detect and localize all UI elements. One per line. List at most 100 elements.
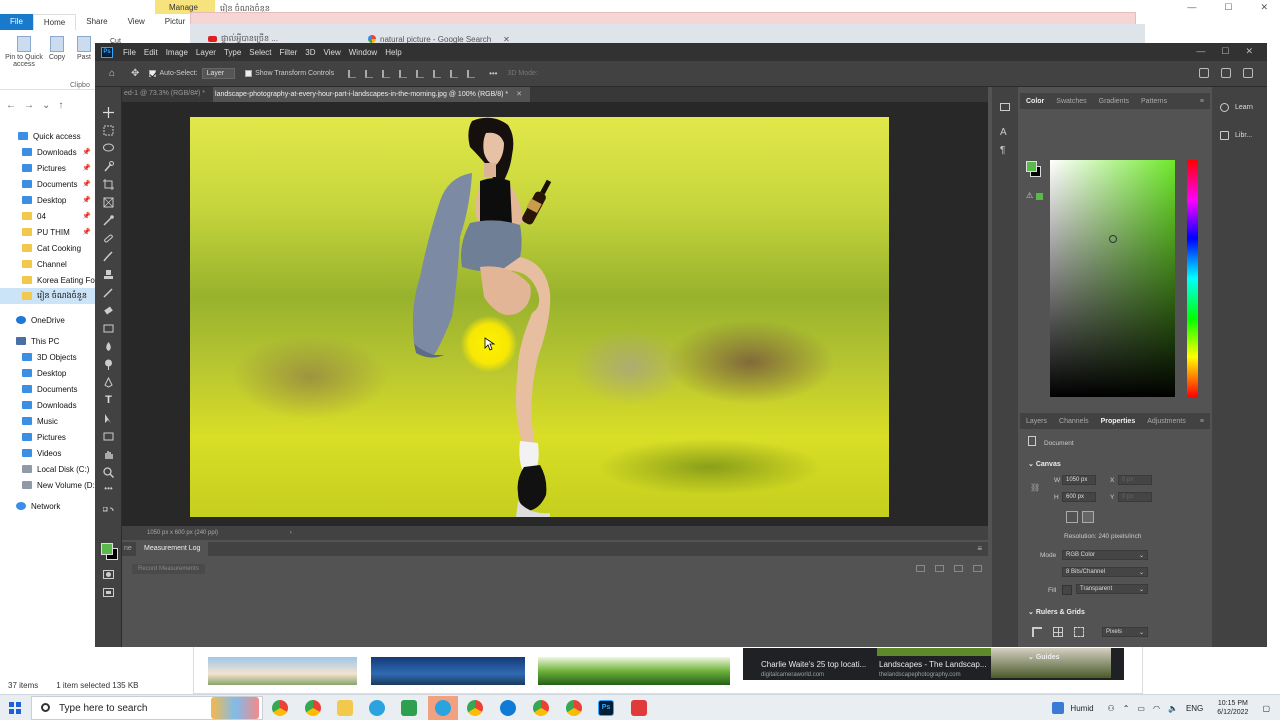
chevron-down-icon[interactable]: ⌄ bbox=[42, 100, 50, 111]
frame-tool-icon[interactable] bbox=[103, 197, 114, 208]
telegram-icon[interactable] bbox=[435, 700, 451, 716]
eyedropper-tool-icon[interactable] bbox=[103, 215, 114, 226]
home-icon[interactable]: ⌂ bbox=[109, 68, 115, 79]
chrome-icon[interactable] bbox=[272, 700, 288, 716]
record-measurements-button[interactable]: Record Measurements bbox=[132, 564, 205, 574]
units-dropdown[interactable]: Pixels ⌄ bbox=[1102, 627, 1148, 637]
tab-color[interactable]: Color bbox=[1020, 98, 1050, 105]
grid-icon[interactable] bbox=[1053, 627, 1063, 637]
sidebar-pc-downloads[interactable]: Downloads bbox=[0, 397, 95, 413]
learn-button[interactable]: Learn bbox=[1220, 103, 1253, 112]
tab-layers[interactable]: Layers bbox=[1020, 418, 1053, 425]
back-arrow-icon[interactable]: ← bbox=[6, 100, 16, 111]
tab-adjustments[interactable]: Adjustments bbox=[1141, 418, 1192, 425]
people-icon[interactable]: ⚇ bbox=[1108, 704, 1115, 713]
menu-edit[interactable]: Edit bbox=[140, 48, 162, 57]
width-input[interactable]: 1050 px bbox=[1062, 475, 1096, 485]
tray-chevron-up-icon[interactable]: ⌃ bbox=[1123, 704, 1130, 713]
copy-button[interactable]: Copy bbox=[44, 36, 70, 61]
rectangle-tool-icon[interactable] bbox=[103, 431, 114, 442]
type-tool-icon[interactable]: T bbox=[103, 395, 114, 406]
bit-depth-dropdown[interactable]: 8 Bits/Channel ⌄ bbox=[1062, 567, 1148, 577]
close-icon[interactable]: ✕ bbox=[1245, 46, 1253, 57]
close-tab-icon[interactable]: ✕ bbox=[516, 91, 522, 98]
weather-text[interactable]: Humid bbox=[1070, 704, 1093, 713]
dodge-tool-icon[interactable] bbox=[103, 359, 114, 370]
image-result-3[interactable] bbox=[538, 657, 730, 685]
ribbon-tab-file[interactable]: File bbox=[0, 14, 33, 30]
export-icon[interactable] bbox=[954, 565, 963, 572]
forward-arrow-icon[interactable]: → bbox=[24, 100, 34, 111]
libraries-button[interactable]: Libr... bbox=[1220, 131, 1252, 140]
align-middle-icon[interactable] bbox=[416, 69, 425, 78]
zoom-tool-icon[interactable] bbox=[103, 467, 114, 478]
height-input[interactable]: 600 px bbox=[1062, 492, 1096, 502]
sidebar-pc-new-volume[interactable]: New Volume (D:) bbox=[0, 477, 95, 493]
minimize-icon[interactable]: — bbox=[1187, 2, 1196, 13]
quick-select-tool-icon[interactable] bbox=[103, 161, 114, 172]
minimize-icon[interactable]: — bbox=[1196, 46, 1205, 57]
export-icon[interactable] bbox=[916, 565, 925, 572]
sidebar-item-downloads[interactable]: Downloads 📌 bbox=[0, 144, 95, 160]
sidebar-item-desktop[interactable]: Desktop 📌 bbox=[0, 192, 95, 208]
sidebar-onedrive[interactable]: OneDrive bbox=[0, 312, 95, 328]
sidebar-pc-documents[interactable]: Documents bbox=[0, 381, 95, 397]
fill-dropdown[interactable]: Transparent ⌄ bbox=[1076, 584, 1148, 594]
sidebar-pc-pictures[interactable]: Pictures bbox=[0, 429, 95, 445]
align-right-icon[interactable] bbox=[382, 69, 391, 78]
more-options-icon[interactable]: ••• bbox=[489, 69, 497, 78]
sidebar-item-cat-cooking[interactable]: Cat Cooking bbox=[0, 240, 95, 256]
chrome-icon[interactable] bbox=[467, 700, 483, 716]
panel-menu-icon[interactable]: ≡ bbox=[1194, 98, 1210, 105]
color-panel-foreground[interactable] bbox=[1026, 161, 1037, 172]
hue-slider[interactable] bbox=[1187, 160, 1198, 397]
menu-file[interactable]: File bbox=[119, 48, 140, 57]
wifi-icon[interactable]: ◠ bbox=[1153, 704, 1160, 713]
color-picker-field[interactable] bbox=[1050, 160, 1175, 397]
export-icon[interactable] bbox=[935, 565, 944, 572]
portrait-orientation-icon[interactable] bbox=[1066, 511, 1078, 523]
menu-select[interactable]: Select bbox=[245, 48, 275, 57]
close-icon[interactable]: ✕ bbox=[1260, 2, 1268, 13]
chrome-icon[interactable] bbox=[305, 700, 321, 716]
show-transform-checkbox[interactable]: Show Transform Controls bbox=[245, 70, 334, 77]
chevron-right-icon[interactable]: › bbox=[290, 530, 292, 536]
tab-properties[interactable]: Properties bbox=[1095, 418, 1142, 425]
menu-help[interactable]: Help bbox=[381, 48, 405, 57]
video-editor-icon[interactable] bbox=[631, 700, 647, 716]
sidebar-network[interactable]: Network bbox=[0, 498, 95, 514]
canvas-section[interactable]: ⌄ Canvas bbox=[1028, 460, 1061, 468]
ribbon-tab-share[interactable]: Share bbox=[76, 14, 117, 30]
rulers-grids-section[interactable]: ⌄ Rulers & Grids bbox=[1028, 608, 1085, 616]
path-select-icon[interactable] bbox=[103, 413, 114, 424]
sidebar-this-pc[interactable]: This PC bbox=[0, 333, 95, 349]
taskbar-clock[interactable]: 10:15 PM 6/12/2022 bbox=[1217, 699, 1248, 717]
swap-colors-icon[interactable] bbox=[103, 507, 114, 518]
tab-swatches[interactable]: Swatches bbox=[1050, 98, 1092, 105]
telegram-icon[interactable] bbox=[369, 700, 385, 716]
menu-image[interactable]: Image bbox=[162, 48, 192, 57]
history-brush-icon[interactable] bbox=[103, 287, 114, 298]
eraser-tool-icon[interactable] bbox=[103, 305, 114, 316]
sidebar-pc-videos[interactable]: Videos bbox=[0, 445, 95, 461]
document-tab-1[interactable]: ed-1 @ 73.3% (RGB/8#) * bbox=[122, 87, 213, 102]
image-result-1[interactable] bbox=[208, 657, 357, 685]
tab-patterns[interactable]: Patterns bbox=[1135, 98, 1173, 105]
sidebar-item-documents[interactable]: Documents 📌 bbox=[0, 176, 95, 192]
sidebar-item-04[interactable]: 04 📌 bbox=[0, 208, 95, 224]
pen-tool-icon[interactable] bbox=[103, 377, 114, 388]
menu-3d[interactable]: 3D bbox=[301, 48, 319, 57]
auto-select-dropdown[interactable]: Layer bbox=[201, 68, 236, 79]
mode-dropdown[interactable]: RGB Color ⌄ bbox=[1062, 550, 1148, 560]
panel-menu-icon[interactable]: ≡ bbox=[977, 544, 982, 553]
y-input[interactable]: 0 px bbox=[1118, 492, 1152, 502]
fill-swatch[interactable] bbox=[1062, 585, 1072, 595]
menu-window[interactable]: Window bbox=[345, 48, 381, 57]
weather-icon[interactable] bbox=[1052, 702, 1065, 714]
character-panel-icon[interactable]: A bbox=[1000, 127, 1007, 138]
crop-tool-icon[interactable] bbox=[103, 179, 114, 190]
document-tab-active[interactable]: landscape-photography-at-every-hour-part… bbox=[213, 87, 530, 102]
healing-brush-icon[interactable] bbox=[103, 233, 114, 244]
align-center-icon[interactable] bbox=[365, 69, 374, 78]
quick-mask-icon[interactable] bbox=[103, 569, 114, 580]
